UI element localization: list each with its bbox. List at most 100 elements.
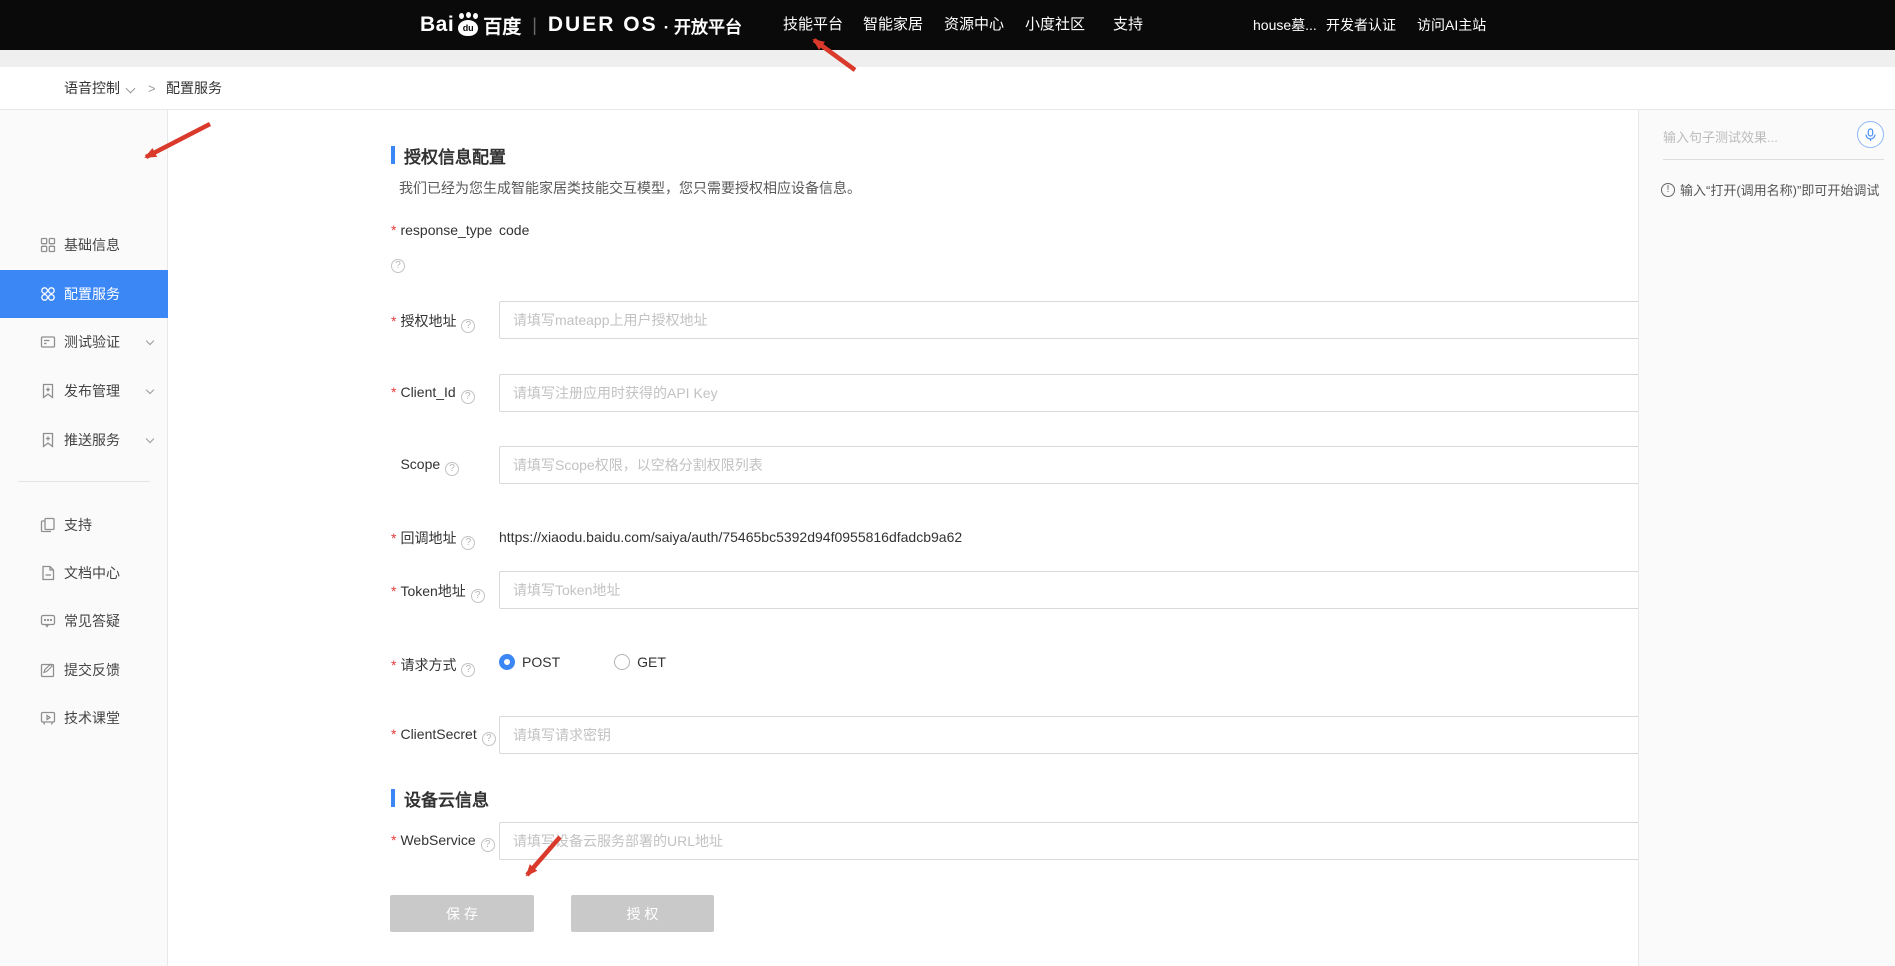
field-label-callback-url: *回调地址? [391,528,475,550]
field-label-auth-url: *授权地址? [391,311,475,333]
sidebar-item-faq[interactable]: 常见答疑 [0,597,168,645]
microphone-button[interactable] [1857,121,1884,148]
field-label-client-secret: *ClientSecret? [391,726,496,746]
sidebar-divider [18,481,150,482]
form-row-client-id: *Client_Id? [169,374,1638,412]
token-url-input[interactable] [499,571,1752,609]
copy-icon [40,517,56,533]
sidebar-item-config-service[interactable]: 配置服务 [0,270,168,318]
top-bar: Bai du 百度 | DUER OS · 开放平台 技能平台 智能家居 资源中… [0,0,1895,50]
help-icon[interactable]: ? [461,663,475,677]
field-label-response-type: *response_type [391,222,492,238]
response-type-value: code [499,222,529,238]
field-label-web-service: *WebService? [391,832,495,852]
help-icon[interactable]: ? [445,462,459,476]
help-icon[interactable]: ? [461,536,475,550]
logo-text-bai: Bai [420,13,454,37]
breadcrumb: 语音控制 > 配置服务 [0,67,1895,110]
client-secret-input[interactable] [499,716,1752,754]
user-account-menu[interactable]: house墓... [1253,0,1317,50]
field-label-client-id: *Client_Id? [391,384,475,404]
chevron-down-icon [146,337,154,345]
required-asterisk: * [391,384,396,400]
field-label-token-url: *Token地址? [391,581,485,603]
callback-url-value: https://xiaodu.baidu.com/saiya/auth/7546… [499,529,962,545]
breadcrumb-parent[interactable]: 语音控制 [64,67,120,110]
topnav-smart-home[interactable]: 智能家居 [863,0,923,50]
chevron-down-icon [146,435,154,443]
form-row-callback-url: *回调地址? https://xiaodu.baidu.com/saiya/au… [169,528,1638,548]
authorize-button[interactable]: 授 权 [571,895,714,932]
required-asterisk: * [391,583,396,599]
form-row-response-type: *response_type code [169,222,1638,242]
breadcrumb-current: 配置服务 [166,67,222,110]
section-description: 我们已经为您生成智能家居类技能交互模型，您只需要授权相应设备信息。 [399,178,861,198]
help-icon[interactable]: ? [461,390,475,404]
sidebar-item-support[interactable]: 支持 [0,501,168,549]
section-title-auth-config: 授权信息配置 [391,143,506,167]
required-asterisk: * [391,657,396,673]
chat-bubble-icon [40,613,56,629]
required-asterisk: * [391,313,396,329]
test-sentence-input[interactable] [1663,124,1843,150]
radio-post[interactable] [499,654,515,670]
document-icon [40,565,56,581]
chevron-down-icon[interactable] [126,84,136,94]
topnav-support[interactable]: 支持 [1113,0,1143,50]
bookmark-plus-icon [40,432,56,448]
test-panel-hint: ! 输入“打开(调用名称)”即可开始调试 [1661,180,1879,199]
help-icon[interactable]: ? [391,259,405,273]
help-icon[interactable]: ? [461,319,475,333]
form-row-web-service: *WebService? [169,822,1638,860]
grid-icon [40,237,56,253]
section-accent-bar [391,146,395,164]
chevron-down-icon [146,386,154,394]
cluster-icon [40,286,56,302]
sidebar-item-tech-class[interactable]: 技术课堂 [0,694,168,742]
test-card-icon [40,334,56,350]
radio-get[interactable] [614,654,630,670]
save-button[interactable]: 保 存 [390,895,534,932]
topnav-skill-platform[interactable]: 技能平台 [783,0,843,50]
help-icon[interactable]: ? [471,589,485,603]
sidebar-item-push-service[interactable]: 推送服务 [0,416,168,464]
form-row-request-method: *请求方式? POST GET [169,654,1638,674]
scope-input[interactable] [499,446,1752,484]
visit-ai-site-link[interactable]: 访问AI主站 [1417,0,1486,50]
sidebar-item-test-verify[interactable]: 测试验证 [0,318,168,366]
logo-text-baidu-cn: 百度 [483,12,521,39]
edit-icon [40,662,56,678]
section-title-device-cloud: 设备云信息 [391,786,489,810]
form-row-scope: *Scope? [169,446,1638,484]
required-asterisk: * [391,222,396,238]
form-row-token-url: *Token地址? [169,571,1638,609]
baidu-dueros-logo[interactable]: Bai du 百度 | DUER OS · 开放平台 [420,0,742,50]
topnav-resource-center[interactable]: 资源中心 [944,0,1004,50]
request-method-radio-group: POST GET [499,654,666,670]
baidu-paw-icon: du [455,12,481,38]
test-panel-divider [1663,159,1884,160]
required-asterisk: * [391,832,396,848]
developer-cert-link[interactable]: 开发者认证 [1326,0,1396,50]
logo-separator: | [532,15,537,36]
radio-post-label: POST [522,654,560,670]
required-asterisk: * [391,530,396,546]
client-id-input[interactable] [499,374,1752,412]
breadcrumb-separator-icon: > [148,67,156,110]
web-service-input[interactable] [499,822,1752,860]
bookmark-plus-icon [40,383,56,399]
help-icon[interactable]: ? [482,732,496,746]
auth-url-input[interactable] [499,301,1752,339]
field-label-scope: *Scope? [391,456,459,476]
field-label-request-method: *请求方式? [391,655,475,677]
sidebar-item-basic-info[interactable]: 基础信息 [0,221,168,269]
help-icon[interactable]: ? [481,838,495,852]
form-row-auth-url: *授权地址? [169,301,1638,339]
section-accent-bar [391,789,395,807]
sidebar-item-doc-center[interactable]: 文档中心 [0,549,168,597]
sidebar-item-publish-manage[interactable]: 发布管理 [0,367,168,415]
test-panel: ! 输入“打开(调用名称)”即可开始调试 [1638,110,1895,966]
topnav-xiaodu-community[interactable]: 小度社区 [1025,0,1085,50]
sidebar-item-feedback[interactable]: 提交反馈 [0,646,168,694]
required-asterisk: * [391,726,396,742]
